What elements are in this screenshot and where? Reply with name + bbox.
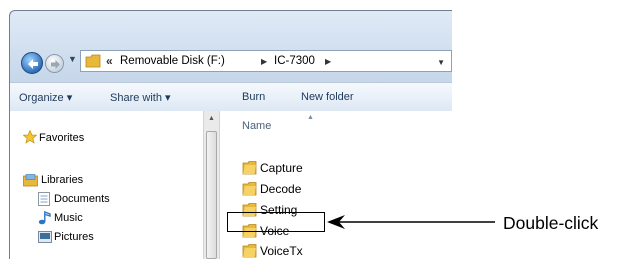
folder-name: VoiceTx xyxy=(260,244,303,258)
file-list: ▲ Name Capture Decode Setting Voice Voic… xyxy=(221,111,452,259)
address-overflow-chevron[interactable]: « xyxy=(106,54,113,68)
folder-name: Capture xyxy=(260,161,303,175)
sort-ascending-icon: ▲ xyxy=(307,114,314,121)
address-bar[interactable]: « Removable Disk (F:) ▶ IC-7300 ▶ ▼ xyxy=(80,50,452,72)
nav-item-libraries[interactable]: Libraries xyxy=(41,174,83,186)
recent-pages-dropdown-icon[interactable]: ▼ xyxy=(68,54,77,64)
callout-arrow-icon xyxy=(327,215,495,229)
forward-button[interactable] xyxy=(45,54,64,73)
column-header-name[interactable]: Name xyxy=(242,120,271,132)
nav-pane-scrollbar[interactable]: ▲ xyxy=(203,111,220,259)
nav-item-music[interactable]: Music xyxy=(54,212,83,224)
documents-icon xyxy=(38,192,50,206)
back-arrow-icon xyxy=(28,59,38,69)
organize-button[interactable]: Organize ▾ xyxy=(19,91,72,104)
folder-icon xyxy=(242,182,257,196)
star-icon xyxy=(23,130,37,144)
address-dropdown-icon[interactable]: ▼ xyxy=(437,58,445,67)
navigation-bar: ▼ « Removable Disk (F:) ▶ IC-7300 ▶ ▼ xyxy=(10,43,452,79)
breadcrumb-arrow-icon[interactable]: ▶ xyxy=(325,57,331,66)
nav-item-pictures[interactable]: Pictures xyxy=(54,231,94,243)
highlight-box xyxy=(227,212,325,232)
command-toolbar: Organize ▾ Share with ▾ Burn New folder xyxy=(10,82,452,112)
nav-item-favorites[interactable]: Favorites xyxy=(39,132,84,144)
back-button[interactable] xyxy=(21,52,43,74)
list-item[interactable]: VoiceTx xyxy=(242,243,442,259)
forward-arrow-icon xyxy=(51,60,60,69)
address-segment-removable-disk[interactable]: Removable Disk (F:) xyxy=(120,55,225,67)
burn-button[interactable]: Burn xyxy=(242,91,265,103)
libraries-icon xyxy=(23,174,38,187)
callout-label: Double-click xyxy=(503,213,599,233)
explorer-body: Favorites Libraries Documents Music Pict… xyxy=(10,111,452,259)
folder-icon xyxy=(85,54,101,68)
music-note-icon xyxy=(38,211,51,225)
folder-icon xyxy=(242,161,257,175)
list-item[interactable]: Decode xyxy=(242,181,442,198)
breadcrumb-arrow-icon[interactable]: ▶ xyxy=(261,57,267,66)
new-folder-button[interactable]: New folder xyxy=(301,91,354,103)
pictures-icon xyxy=(38,231,52,243)
scroll-up-icon[interactable]: ▲ xyxy=(208,115,215,122)
share-with-button[interactable]: Share with ▾ xyxy=(110,91,171,104)
nav-item-documents[interactable]: Documents xyxy=(54,193,110,205)
scrollbar-thumb[interactable] xyxy=(206,131,217,259)
folder-icon xyxy=(242,244,257,258)
address-segment-ic-7300[interactable]: IC-7300 xyxy=(274,55,315,67)
list-item[interactable]: Capture xyxy=(242,160,442,177)
folder-name: Decode xyxy=(260,182,302,196)
navigation-pane: Favorites Libraries Documents Music Pict… xyxy=(10,111,203,259)
